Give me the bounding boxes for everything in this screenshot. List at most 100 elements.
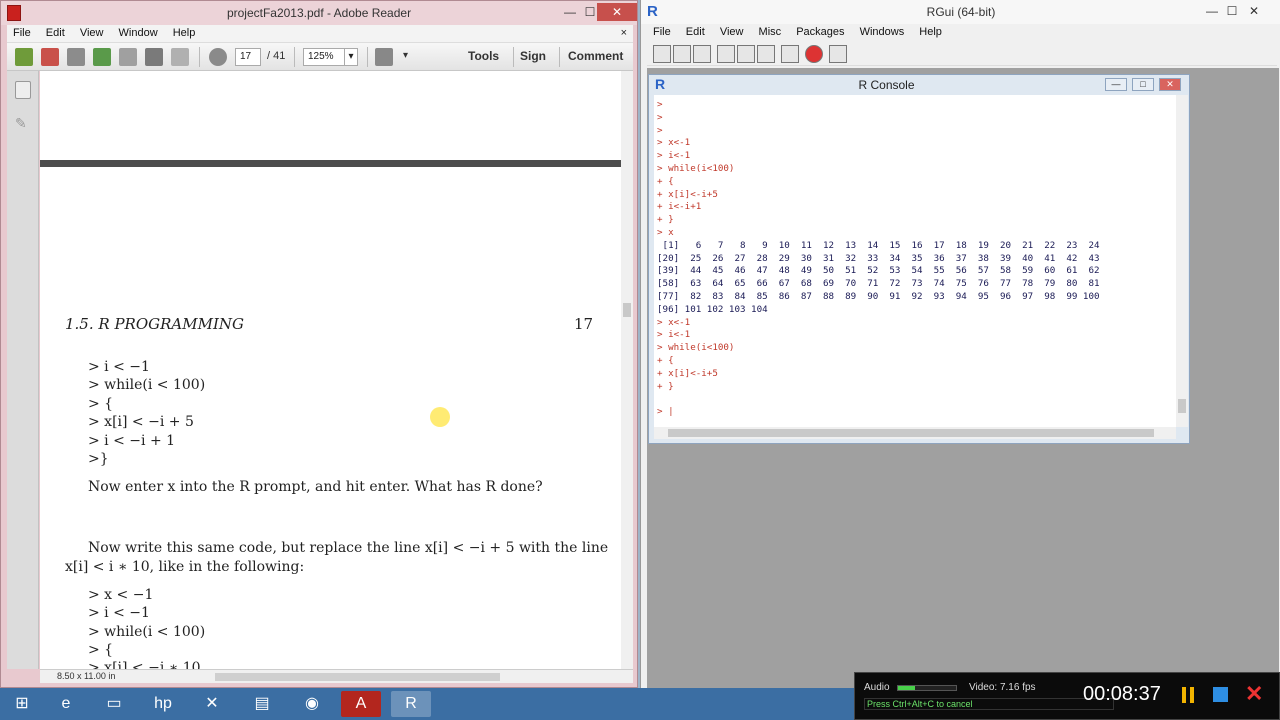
console-maximize-button[interactable]: □ [1132, 78, 1154, 91]
fit-page-icon[interactable] [375, 48, 393, 66]
console-line: > | [657, 406, 674, 418]
more-tools-dropdown-icon[interactable]: ▾ [403, 50, 408, 61]
menu-help[interactable]: Help [167, 25, 202, 41]
previous-page-bottom [40, 71, 621, 159]
console-titlebar: R R Console — □ ✕ [649, 75, 1189, 95]
code-line: > while(i < 100) [88, 377, 206, 393]
zoom-dropdown-icon[interactable]: ▾ [344, 48, 358, 66]
console-line: + } [657, 214, 674, 226]
create-pdf-icon[interactable] [15, 48, 33, 66]
page-thumbnails-icon[interactable] [15, 81, 31, 99]
code-line: >} [88, 451, 109, 467]
scrollbar-thumb[interactable] [668, 429, 1154, 437]
console-output[interactable]: > > > > x<-1 > i<-1 > while(i<100) + {+ x[i]<-… [654, 95, 1176, 427]
chrome-icon[interactable]: ◉ [292, 691, 332, 717]
app-icon[interactable]: ✕ [192, 691, 232, 717]
start-icon[interactable]: ⊞ [2, 691, 42, 717]
edit-pdf-icon[interactable] [41, 48, 59, 66]
zoom-select[interactable]: 125% [303, 48, 345, 66]
console-line: > while(i<100) [657, 163, 735, 174]
console-line: > while(i<100) [657, 342, 735, 354]
console-line: > i<-1 [657, 150, 691, 162]
code-line: > { [88, 642, 114, 658]
console-line: + { [657, 175, 674, 187]
menu-packages[interactable]: Packages [790, 24, 850, 40]
code-line: > x[i] < −i ∗ 10 [88, 660, 201, 669]
sign-button[interactable]: Sign [520, 49, 546, 63]
file-explorer-icon[interactable]: ▭ [94, 691, 134, 717]
console-line: + { [657, 355, 674, 366]
code-line: > { [88, 396, 114, 412]
rgui-menubar: File Edit View Misc Packages Windows Hel… [647, 24, 1277, 42]
app2-icon[interactable]: ▤ [242, 691, 282, 717]
cancel-hint: Press Ctrl+Alt+C to cancel [864, 698, 1114, 710]
menu-edit[interactable]: Edit [680, 24, 711, 40]
adobe-reader-window: projectFa2013.pdf - Adobe Reader — ☐ ✕ F… [0, 0, 638, 688]
scrollbar-thumb[interactable] [1178, 399, 1186, 413]
code-line: > x[i] < −i + 5 [88, 414, 194, 430]
paragraph: x[i] < i ∗ 10, like in the following: [65, 559, 305, 575]
save-icon[interactable] [693, 45, 711, 63]
document-vertical-scrollbar[interactable] [621, 71, 633, 669]
console-line: [58] 63 64 65 66 67 68 69 70 71 72 73 74… [657, 278, 1100, 290]
email-icon[interactable] [171, 48, 189, 66]
hp-icon[interactable]: hp [143, 691, 183, 717]
print-icon[interactable] [145, 48, 163, 66]
console-vertical-scrollbar[interactable] [1176, 95, 1188, 427]
adobe-reader-icon[interactable]: A [341, 691, 381, 717]
horizontal-scrollbar-thumb[interactable] [215, 673, 500, 681]
reader-toolbar: 17 / 41 125% ▾ ▾ Tools Sign Comment [7, 43, 633, 71]
mouse-cursor-highlight [430, 407, 450, 427]
stop-recording-icon[interactable] [1213, 687, 1228, 702]
r-icon[interactable]: R [391, 691, 431, 717]
menu-window[interactable]: Window [113, 25, 164, 41]
copy-paste-icon[interactable] [757, 45, 775, 63]
open-script-icon[interactable] [653, 45, 671, 63]
menu-help[interactable]: Help [913, 24, 948, 40]
menu-file[interactable]: File [647, 24, 677, 40]
internet-explorer-icon[interactable]: e [46, 691, 86, 717]
cloud-upload-icon[interactable] [93, 48, 111, 66]
console-line: > i<-1 [657, 329, 691, 341]
console-line: + i<-i+1 [657, 201, 702, 213]
pause-icon[interactable] [1182, 687, 1194, 703]
tools-button[interactable]: Tools [468, 49, 499, 63]
console-close-button[interactable]: ✕ [1159, 78, 1181, 91]
menu-file[interactable]: File [7, 25, 37, 41]
console-line: [39] 44 45 46 47 48 49 50 51 52 53 54 55… [657, 265, 1100, 277]
console-line: > x<-1 [657, 316, 691, 328]
document-close-icon[interactable]: × [621, 27, 627, 39]
refresh-icon[interactable] [781, 45, 799, 63]
console-horizontal-scrollbar[interactable] [654, 427, 1176, 439]
load-workspace-icon[interactable] [673, 45, 691, 63]
console-line: [1] 6 7 8 9 10 11 12 13 14 15 16 17 18 1… [657, 239, 1100, 251]
save-icon[interactable] [119, 48, 137, 66]
menu-windows[interactable]: Windows [854, 24, 911, 40]
console-line: > [657, 111, 663, 123]
scrollbar-thumb[interactable] [623, 303, 631, 317]
comment-button[interactable]: Comment [568, 49, 623, 63]
menu-misc[interactable]: Misc [753, 24, 788, 40]
reader-window-title: projectFa2013.pdf - Adobe Reader [226, 6, 412, 20]
stop-icon[interactable] [805, 45, 823, 63]
page-number-input[interactable]: 17 [235, 48, 261, 66]
paragraph: Now write this same code, but replace th… [88, 540, 609, 556]
console-minimize-button[interactable]: — [1105, 78, 1127, 91]
print-icon[interactable] [829, 45, 847, 63]
menu-view[interactable]: View [714, 24, 750, 40]
menu-edit[interactable]: Edit [40, 25, 71, 41]
close-button[interactable]: ✕ [1241, 2, 1267, 20]
close-icon[interactable]: ✕ [1245, 681, 1263, 707]
elapsed-time: 00:08:37 [1083, 683, 1161, 705]
video-fps-label: Video: 7.16 fps [969, 682, 1036, 693]
menu-view[interactable]: View [74, 25, 110, 41]
document-view[interactable]: 1.5. R PROGRAMMING 17 > i < −1 > while(i… [40, 71, 621, 669]
previous-page-icon[interactable] [209, 48, 227, 66]
paste-icon[interactable] [737, 45, 755, 63]
sign-doc-icon[interactable] [67, 48, 85, 66]
close-button[interactable]: ✕ [597, 3, 637, 21]
copy-icon[interactable] [717, 45, 735, 63]
page-total: / 41 [267, 50, 286, 62]
attachments-icon[interactable]: ✎ [15, 115, 31, 133]
paragraph: Now enter x into the R prompt, and hit e… [88, 479, 543, 495]
